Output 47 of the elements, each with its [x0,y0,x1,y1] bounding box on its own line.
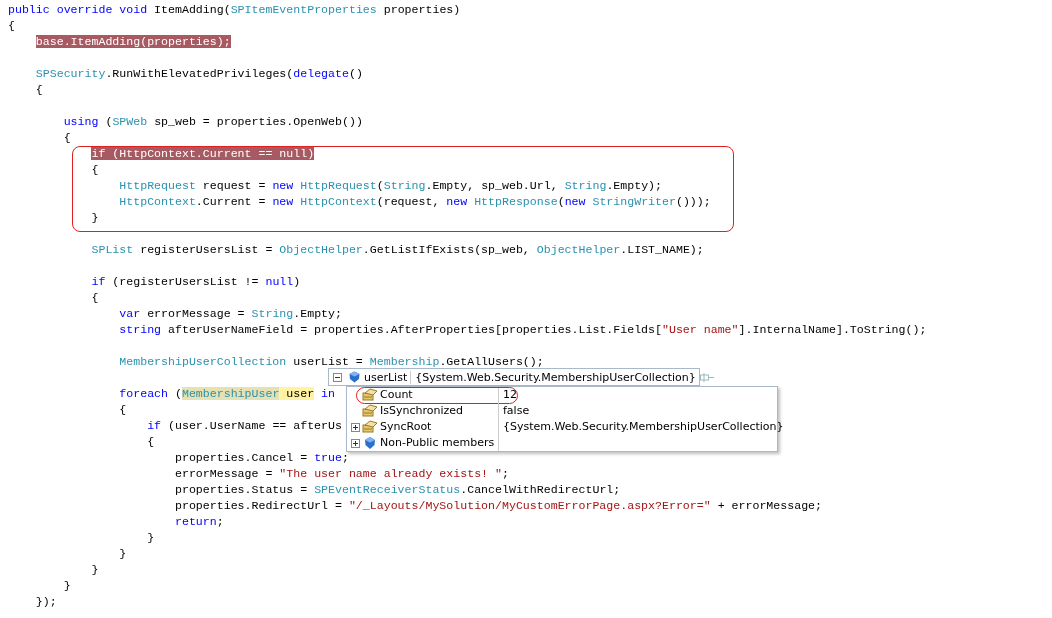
code-line: SPSecurity.RunWithElevatedPrivileges(delegate() [35,67,363,80]
member-name: Non-Public members [380,435,495,451]
gem-icon [362,436,378,450]
code-line: properties.RedirectUrl = "/_Layouts/MySolution/MyCustomErrorPage.aspx?Error=" + errorMessage; [174,499,823,512]
code-line: var errorMessage = String.Empty; [119,307,342,320]
code-line: { [91,163,99,176]
code-line: string afterUserNameField = properties.AfterProperties[properties.List.Fields["User name"].InternalName].ToString(); [119,323,927,336]
code-line: { [119,403,127,416]
code-line: HttpRequest request = new HttpRequest(String.Empty, sp_web.Url, String.Empty); [119,179,663,192]
code-line: }); [35,595,57,608]
code-line: using (SPWeb sp_web = properties.OpenWeb()) [63,115,363,128]
code-line: } [119,547,127,560]
code-line: if (registerUsersList != null) [91,275,301,288]
code-line: public override void ItemAdding(SPItemEventProperties properties) [8,3,461,16]
member-value[interactable]: 12 [503,388,517,401]
code-line: MembershipUserCollection userList = Membership.GetAllUsers(); [119,355,544,368]
code-line: properties.Status = SPEventReceiverStatus.CancelWithRedirectUrl; [174,483,621,496]
code-line: { [8,19,15,32]
member-value[interactable]: {System.Web.Security.MembershipUserCollection} [503,420,784,433]
code-line: { [35,83,43,96]
member-name: SyncRoot [380,419,432,435]
property-icon [362,420,378,434]
gem-icon [349,371,360,383]
variable-name: userList [364,370,412,384]
code-line: properties.Cancel = true; [174,451,349,464]
member-name: Count [380,387,413,403]
collapse-icon[interactable] [333,372,342,382]
expand-icon[interactable] [351,422,360,432]
code-line: } [91,211,99,224]
code-line: errorMessage = "The user name already exists! "; [174,467,509,480]
variable-value[interactable]: {System.Web.Security.MembershipUserCollection} [415,370,696,384]
code-line: SPList registerUsersList = ObjectHelper.GetListIfExists(sp_web, ObjectHelper.LIST_NAME); [91,243,704,256]
code-line: } [91,563,99,576]
code-line: } [63,579,71,592]
code-line: if (user.UserName == afterUs [147,419,342,432]
property-icon [362,388,378,402]
code-line: foreach (MembershipUser user in [119,387,335,400]
code-line: { [63,131,71,144]
expand-icon[interactable] [351,438,360,448]
code-line: HttpContext.Current = new HttpContext(request, new HttpResponse(new StringWriter())); [119,195,711,208]
code-line: { [147,435,155,448]
code-line: return; [174,515,224,528]
code-line: } [147,531,155,544]
property-icon [362,404,378,418]
member-name: IsSynchronized [380,403,464,419]
member-value[interactable]: false [503,404,530,417]
code-line: { [91,291,99,304]
